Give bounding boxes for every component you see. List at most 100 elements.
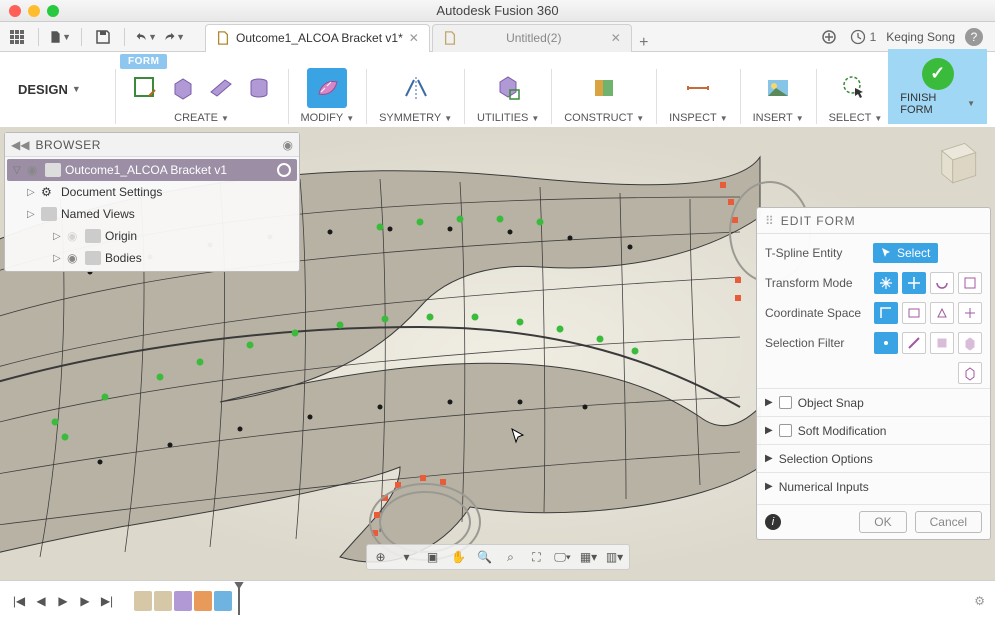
transform-mode-translate-icon[interactable] xyxy=(902,272,926,294)
coord-selection-icon[interactable] xyxy=(958,302,982,324)
timeline-feature-5[interactable] xyxy=(214,591,232,611)
ribbon-create-label[interactable]: CREATE▼ xyxy=(174,112,229,124)
viewport-layout-icon[interactable]: ▥▾ xyxy=(603,547,627,567)
filter-edge-icon[interactable] xyxy=(902,332,926,354)
section-object-snap[interactable]: ▶ Object Snap xyxy=(757,388,990,416)
timeline-end-icon[interactable]: ▶| xyxy=(98,592,116,610)
undo-icon[interactable]: ▼ xyxy=(135,26,157,48)
ribbon-group-symmetry: SYMMETRY▼ xyxy=(379,66,452,124)
user-name[interactable]: Keqing Song xyxy=(886,30,955,44)
edit-form-tool-icon[interactable] xyxy=(307,68,347,108)
timeline-feature-3[interactable] xyxy=(174,591,192,611)
panel-settings-icon[interactable]: ◉ xyxy=(283,138,293,152)
cancel-button[interactable]: Cancel xyxy=(915,511,982,533)
tree-node-named-views[interactable]: ▷ Named Views xyxy=(5,203,299,225)
inspect-icon[interactable] xyxy=(678,68,718,108)
fit-icon[interactable]: ⛶ xyxy=(525,547,549,567)
tab-inactive[interactable]: Untitled(2) ✕ xyxy=(432,24,632,52)
workspace-dropdown[interactable]: DESIGN▼ xyxy=(8,54,109,124)
grid-settings-icon[interactable]: ▦▾ xyxy=(577,547,601,567)
drag-handle-icon[interactable]: ⠿ xyxy=(765,214,775,228)
view-cube[interactable] xyxy=(928,137,983,192)
edit-form-header[interactable]: ⠿ EDIT FORM xyxy=(757,208,990,234)
ribbon-symmetry-label[interactable]: SYMMETRY▼ xyxy=(379,112,452,124)
extensions-icon[interactable] xyxy=(818,26,840,48)
utilities-icon[interactable] xyxy=(488,68,528,108)
timeline-next-icon[interactable]: ▶ xyxy=(76,592,94,610)
finish-form-button[interactable]: ✓ FINISH FORM▼ xyxy=(888,49,987,124)
timeline-prev-icon[interactable]: ◀ xyxy=(32,592,50,610)
pan-icon[interactable]: ✋ xyxy=(447,547,471,567)
ribbon-utilities-label[interactable]: UTILITIES▼ xyxy=(477,112,539,124)
ribbon-construct-label[interactable]: CONSTRUCT▼ xyxy=(564,112,644,124)
timeline-start-icon[interactable]: |◀ xyxy=(10,592,28,610)
zoom-icon[interactable]: 🔍 xyxy=(473,547,497,567)
construct-icon[interactable] xyxy=(584,68,624,108)
coord-local-icon[interactable] xyxy=(930,302,954,324)
viewport-canvas[interactable]: ◀◀ BROWSER ◉ ▽ ◉ Outcome1_ALCOA Bracket … xyxy=(0,127,995,580)
timeline-feature-1[interactable] xyxy=(134,591,152,611)
tab-active[interactable]: Outcome1_ALCOA Bracket v1* ✕ xyxy=(205,24,430,52)
symmetry-icon[interactable] xyxy=(396,68,436,108)
filter-face-icon[interactable] xyxy=(930,332,954,354)
section-selection-options[interactable]: ▶ Selection Options xyxy=(757,444,990,472)
create-sketch-icon[interactable] xyxy=(128,71,162,105)
display-settings-icon[interactable]: 🖵▾ xyxy=(551,547,575,567)
activate-radio-icon[interactable] xyxy=(277,163,291,177)
grid-menu-icon[interactable] xyxy=(6,26,28,48)
maximize-window-icon[interactable] xyxy=(47,5,59,17)
section-soft-modification[interactable]: ▶ Soft Modification xyxy=(757,416,990,444)
ribbon-select-label[interactable]: SELECT▼ xyxy=(829,112,883,124)
timeline-feature-2[interactable] xyxy=(154,591,172,611)
new-tab-button[interactable]: + xyxy=(634,34,654,52)
create-cylinder-icon[interactable] xyxy=(242,71,276,105)
close-tab-icon[interactable]: ✕ xyxy=(409,31,419,45)
visibility-icon[interactable]: ◉ xyxy=(27,163,41,177)
coord-world-icon[interactable] xyxy=(874,302,898,324)
tree-node-origin[interactable]: ▷ ◉ Origin xyxy=(5,225,299,247)
transform-mode-multi-icon[interactable] xyxy=(874,272,898,294)
save-icon[interactable] xyxy=(92,26,114,48)
close-tab-icon[interactable]: ✕ xyxy=(611,31,621,45)
create-plane-icon[interactable] xyxy=(204,71,238,105)
filter-extra-icon[interactable] xyxy=(958,362,982,384)
ok-button[interactable]: OK xyxy=(859,511,906,533)
minimize-window-icon[interactable] xyxy=(28,5,40,17)
visibility-icon[interactable]: ◉ xyxy=(67,229,81,243)
ribbon-inspect-label[interactable]: INSPECT▼ xyxy=(669,112,728,124)
help-icon[interactable]: ? xyxy=(965,28,983,46)
section-numerical-inputs[interactable]: ▶ Numerical Inputs xyxy=(757,472,990,500)
info-icon[interactable]: i xyxy=(765,514,781,530)
orbit-dd-icon[interactable]: ▾ xyxy=(395,547,419,567)
tree-root-node[interactable]: ▽ ◉ Outcome1_ALCOA Bracket v1 xyxy=(7,159,297,181)
filter-vertex-icon[interactable] xyxy=(874,332,898,354)
insert-icon[interactable] xyxy=(758,68,798,108)
timeline-settings-icon[interactable]: ⚙ xyxy=(974,594,985,608)
filter-body-icon[interactable] xyxy=(958,332,982,354)
transform-mode-scale-icon[interactable] xyxy=(958,272,982,294)
coord-view-icon[interactable] xyxy=(902,302,926,324)
browser-header[interactable]: ◀◀ BROWSER ◉ xyxy=(5,133,299,157)
redo-icon[interactable]: ▼ xyxy=(163,26,185,48)
visibility-icon[interactable]: ◉ xyxy=(67,251,81,265)
collapse-panel-icon[interactable]: ◀◀ xyxy=(11,138,29,152)
orbit-icon[interactable]: ⊕ xyxy=(369,547,393,567)
ribbon-insert-label[interactable]: INSERT▼ xyxy=(753,112,804,124)
close-window-icon[interactable] xyxy=(9,5,21,17)
tree-node-doc-settings[interactable]: ▷ ⚙ Document Settings xyxy=(5,181,299,203)
file-menu-icon[interactable]: ▼ xyxy=(49,26,71,48)
timeline-playhead[interactable] xyxy=(238,587,240,615)
job-status-badge[interactable]: 1 xyxy=(850,29,877,45)
create-box-icon[interactable] xyxy=(166,71,200,105)
ribbon-modify-label[interactable]: MODIFY▼ xyxy=(300,112,354,124)
timeline-play-icon[interactable]: ▶ xyxy=(54,592,72,610)
transform-mode-rotate-icon[interactable] xyxy=(930,272,954,294)
checkbox[interactable] xyxy=(779,396,792,409)
checkbox[interactable] xyxy=(779,424,792,437)
timeline-feature-4[interactable] xyxy=(194,591,212,611)
look-at-icon[interactable]: ▣ xyxy=(421,547,445,567)
select-entity-button[interactable]: Select xyxy=(873,243,938,263)
select-tool-icon[interactable] xyxy=(835,68,875,108)
zoom-window-icon[interactable]: ⌕ xyxy=(499,547,523,567)
tree-node-bodies[interactable]: ▷ ◉ Bodies xyxy=(5,247,299,269)
